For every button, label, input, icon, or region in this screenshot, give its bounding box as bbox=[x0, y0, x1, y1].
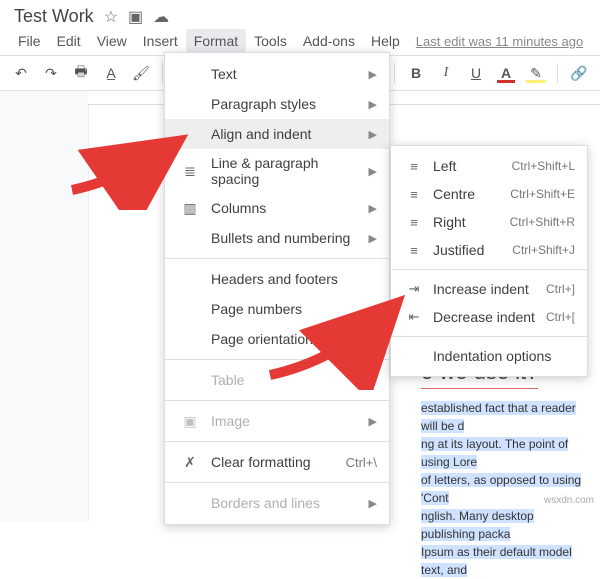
menu-format[interactable]: Format bbox=[186, 29, 246, 53]
menubar: File Edit View Insert Format Tools Add-o… bbox=[0, 27, 600, 55]
menu-align-indent[interactable]: Align and indent▶ bbox=[165, 119, 389, 149]
clear-format-icon: ✗ bbox=[181, 454, 199, 471]
menu-headers-footers[interactable]: Headers and footers bbox=[165, 264, 389, 294]
menu-addons[interactable]: Add-ons bbox=[295, 29, 363, 53]
indent-decrease-icon: ⇤ bbox=[405, 309, 423, 325]
cloud-icon[interactable]: ☁ bbox=[153, 7, 169, 27]
line-spacing-icon: ≣ bbox=[181, 163, 199, 180]
menu-insert[interactable]: Insert bbox=[135, 29, 186, 53]
insert-link-icon[interactable]: 🔗 bbox=[566, 60, 592, 86]
highlight-button[interactable]: ✎ bbox=[523, 60, 549, 86]
watermark: wsxdn.com bbox=[544, 495, 594, 506]
indentation-options[interactable]: Indentation options bbox=[391, 342, 587, 370]
image-icon: ▣ bbox=[181, 413, 199, 430]
align-centre[interactable]: ≡CentreCtrl+Shift+E bbox=[391, 180, 587, 208]
italic-button[interactable]: I bbox=[433, 60, 459, 86]
undo-icon[interactable]: ↶ bbox=[8, 60, 34, 86]
menu-table: Table▶ bbox=[165, 365, 389, 395]
print-icon[interactable]: 🖶 bbox=[68, 60, 94, 86]
doc-title[interactable]: Test Work bbox=[14, 6, 94, 27]
indent-increase-icon: ⇥ bbox=[405, 281, 423, 297]
bold-button[interactable]: B bbox=[403, 60, 429, 86]
menu-view[interactable]: View bbox=[89, 29, 135, 53]
star-icon[interactable]: ☆ bbox=[104, 7, 118, 27]
align-justified[interactable]: ≡JustifiedCtrl+Shift+J bbox=[391, 236, 587, 264]
text-color-button[interactable]: A bbox=[493, 60, 519, 86]
align-left[interactable]: ≡LeftCtrl+Shift+L bbox=[391, 152, 587, 180]
align-left-icon: ≡ bbox=[405, 159, 423, 174]
underline-button[interactable]: U bbox=[463, 60, 489, 86]
menu-page-numbers[interactable]: Page numbers bbox=[165, 294, 389, 324]
spellcheck-icon[interactable]: A̲ bbox=[98, 60, 124, 86]
menu-line-spacing[interactable]: ≣Line & paragraph spacing▶ bbox=[165, 149, 389, 193]
menu-columns[interactable]: ▥Columns▶ bbox=[165, 193, 389, 223]
menu-edit[interactable]: Edit bbox=[49, 29, 89, 53]
move-icon[interactable]: ▣ bbox=[128, 7, 143, 27]
decrease-indent[interactable]: ⇤Decrease indentCtrl+[ bbox=[391, 303, 587, 331]
align-right-icon: ≡ bbox=[405, 215, 423, 230]
menu-page-orientation[interactable]: Page orientation bbox=[165, 324, 389, 354]
menu-image: ▣Image▶ bbox=[165, 406, 389, 436]
increase-indent[interactable]: ⇥Increase indentCtrl+] bbox=[391, 275, 587, 303]
menu-bullets[interactable]: Bullets and numbering▶ bbox=[165, 223, 389, 253]
align-centre-icon: ≡ bbox=[405, 187, 423, 202]
menu-file[interactable]: File bbox=[10, 29, 49, 53]
menu-tools[interactable]: Tools bbox=[246, 29, 295, 53]
menu-text[interactable]: Text▶ bbox=[165, 59, 389, 89]
menu-paragraph-styles[interactable]: Paragraph styles▶ bbox=[165, 89, 389, 119]
redo-icon[interactable]: ↷ bbox=[38, 60, 64, 86]
paint-format-icon[interactable]: 🖌 bbox=[128, 60, 154, 86]
menu-help[interactable]: Help bbox=[363, 29, 408, 53]
align-justified-icon: ≡ bbox=[405, 243, 423, 258]
columns-icon: ▥ bbox=[181, 200, 199, 217]
menu-borders-lines: Borders and lines▶ bbox=[165, 488, 389, 518]
last-edit[interactable]: Last edit was 11 minutes ago bbox=[416, 34, 583, 49]
format-menu: Text▶ Paragraph styles▶ Align and indent… bbox=[164, 52, 390, 525]
menu-clear-formatting[interactable]: ✗Clear formattingCtrl+\ bbox=[165, 447, 389, 477]
chevron-right-icon: ▶ bbox=[369, 68, 377, 81]
align-right[interactable]: ≡RightCtrl+Shift+R bbox=[391, 208, 587, 236]
align-indent-submenu: ≡LeftCtrl+Shift+L ≡CentreCtrl+Shift+E ≡R… bbox=[390, 145, 588, 377]
